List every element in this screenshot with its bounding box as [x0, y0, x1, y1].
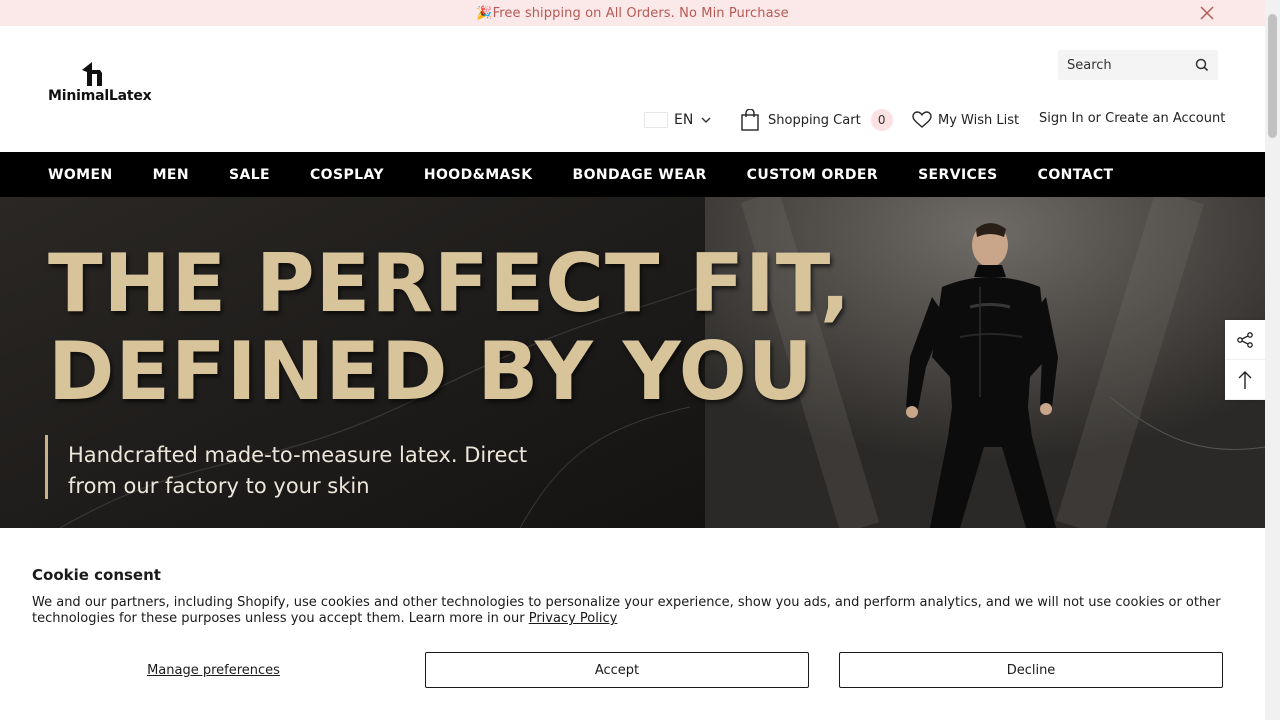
model-figure-image: [906, 223, 1058, 528]
share-icon: [1237, 331, 1253, 348]
search-input[interactable]: [1058, 50, 1188, 80]
announcement-bar: 🎉Free shipping on All Orders. No Min Pur…: [0, 0, 1265, 26]
sign-in-link[interactable]: Sign In: [1039, 111, 1084, 126]
side-toolbar: [1225, 320, 1265, 400]
arrow-up-icon: [1238, 370, 1252, 389]
page: 🎉Free shipping on All Orders. No Min Pur…: [0, 0, 1280, 720]
account-separator: or: [1087, 111, 1102, 126]
cart-count-badge: 0: [870, 109, 893, 131]
nav-item-bondage-wear[interactable]: BONDAGE WEAR: [573, 167, 707, 183]
search-icon[interactable]: [1194, 57, 1210, 73]
nav-item-hood-mask[interactable]: HOOD&MASK: [424, 167, 533, 183]
cookie-consent-banner: Cookie consent We and our partners, incl…: [0, 528, 1265, 720]
nav-item-men[interactable]: MEN: [153, 167, 189, 183]
main-nav: WOMEN MEN SALE COSPLAY HOOD&MASK BONDAGE…: [0, 152, 1265, 197]
hero-subtitle: Handcrafted made-to-measure latex. Direc…: [68, 443, 528, 498]
hero-accent-bar: [45, 435, 48, 499]
language-code: EN: [674, 112, 694, 128]
nav-item-services[interactable]: SERVICES: [918, 167, 998, 183]
manage-preferences-button[interactable]: Manage preferences: [32, 652, 395, 688]
logo-mark-icon: [82, 62, 102, 86]
chevron-down-icon: [701, 117, 711, 123]
nav-item-cosplay[interactable]: COSPLAY: [310, 167, 384, 183]
accept-button[interactable]: Accept: [425, 652, 809, 688]
cart-link[interactable]: Shopping Cart 0: [740, 107, 893, 133]
hero-headline-line-1: THE PERFECT FIT,: [48, 237, 852, 330]
account-links: Sign In or Create an Account: [1039, 111, 1225, 126]
share-button[interactable]: [1225, 320, 1265, 360]
back-to-top-button[interactable]: [1225, 360, 1265, 400]
cart-label: Shopping Cart: [768, 112, 861, 128]
heart-icon: [912, 111, 932, 128]
nav-item-women[interactable]: WOMEN: [48, 167, 113, 183]
wishlist-link[interactable]: My Wish List: [912, 109, 1019, 131]
cookie-text: We and our partners, including Shopify, …: [32, 595, 1222, 627]
wishlist-label: My Wish List: [938, 112, 1020, 128]
close-icon[interactable]: [1197, 3, 1217, 23]
decline-button[interactable]: Decline: [839, 652, 1223, 688]
create-account-link[interactable]: Create an Account: [1105, 111, 1225, 126]
hero-banner[interactable]: THE PERFECT FIT, DEFINED BY YOU Handcraf…: [0, 197, 1265, 528]
hero-headline-line-2: DEFINED BY YOU: [48, 325, 814, 418]
language-selector[interactable]: EN: [644, 108, 711, 132]
site-header: MinimalLatex EN Shopping Cart 0: [0, 26, 1265, 152]
announcement-text: 🎉Free shipping on All Orders. No Min Pur…: [476, 5, 789, 21]
flag-icon: [644, 112, 668, 128]
page-scrollbar[interactable]: [1265, 0, 1280, 720]
nav-item-sale[interactable]: SALE: [229, 167, 270, 183]
nav-item-custom-order[interactable]: CUSTOM ORDER: [747, 167, 878, 183]
search-box: [1058, 50, 1218, 80]
logo-text: MinimalLatex: [48, 88, 152, 104]
cookie-title: Cookie consent: [32, 566, 161, 584]
cookie-body-text: We and our partners, including Shopify, …: [32, 595, 1221, 626]
scrollbar-thumb[interactable]: [1268, 14, 1277, 138]
privacy-policy-link[interactable]: Privacy Policy: [529, 611, 618, 626]
shopping-bag-icon: [741, 109, 759, 131]
logo[interactable]: MinimalLatex: [48, 60, 152, 108]
nav-item-contact[interactable]: CONTACT: [1038, 167, 1114, 183]
